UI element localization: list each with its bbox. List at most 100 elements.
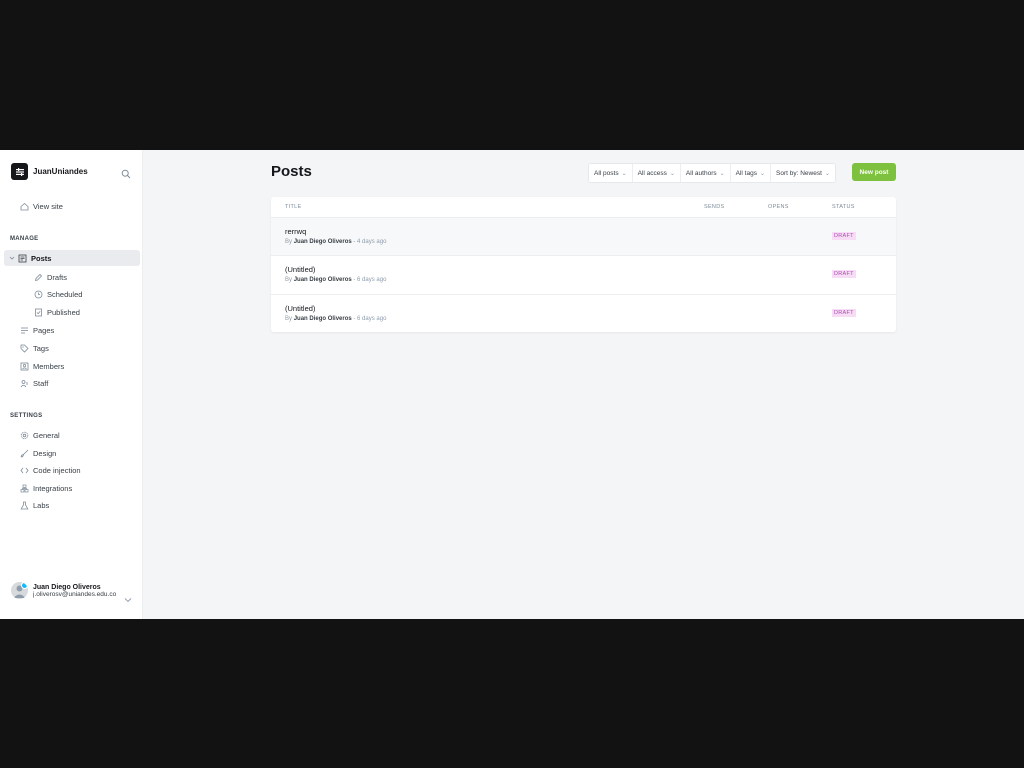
code-icon [19, 465, 29, 475]
post-time: - 4 days ago [353, 239, 387, 245]
sidebar-item-label: Posts [31, 253, 52, 263]
user-email: j.oliverosv@uniandes.edu.co [33, 590, 117, 598]
user-menu[interactable]: Juan Diego Oliveros j.oliverosv@uniandes… [11, 582, 119, 599]
posts-icon [17, 253, 27, 263]
sidebar-item-label: Labs [33, 500, 50, 510]
by-label: By [285, 316, 293, 322]
chevron-down-icon: ⌄ [824, 170, 830, 177]
sidebar-item-label: Integrations [33, 483, 73, 493]
sidebar-item-label: Staff [33, 378, 49, 388]
sidebar-item-label: General [33, 430, 60, 440]
sidebar-item-label: Code injection [33, 465, 81, 475]
sidebar: JuanUniandes View site MANAGE Posts Draf… [0, 150, 143, 619]
sidebar-item-label: Tags [33, 343, 49, 353]
filter-label: All authors [685, 169, 717, 177]
status-badge: DRAFT [832, 232, 856, 240]
home-icon [19, 201, 29, 211]
filter-access[interactable]: All access ⌄ [633, 164, 681, 182]
clock-icon [33, 289, 43, 299]
filter-label: All posts [594, 169, 619, 177]
sidebar-item-labs[interactable]: Labs [19, 498, 49, 512]
sidebar-item-label: View site [33, 201, 63, 211]
manage-section-label: MANAGE [10, 236, 39, 242]
gear-icon [19, 430, 29, 440]
post-meta: By Juan Diego Oliveros - 6 days ago [285, 277, 386, 283]
posts-table: TITLE SENDS OPENS STATUS rerrwq By Juan … [271, 197, 896, 332]
post-meta: By Juan Diego Oliveros - 6 days ago [285, 316, 386, 322]
sidebar-item-design[interactable]: Design [19, 446, 56, 460]
sidebar-item-members[interactable]: Members [19, 359, 64, 373]
sidebar-item-label: Members [33, 361, 65, 371]
sidebar-item-published[interactable]: Published [33, 305, 80, 319]
sidebar-item-drafts[interactable]: Drafts [33, 270, 67, 284]
sidebar-item-general[interactable]: General [19, 428, 60, 442]
column-header-sends: SENDS [704, 204, 725, 210]
sidebar-item-view-site[interactable]: View site [19, 199, 63, 213]
filter-authors[interactable]: All authors ⌄ [681, 164, 731, 182]
pages-icon [19, 325, 29, 335]
post-meta: By Juan Diego Oliveros - 4 days ago [285, 239, 386, 245]
table-row[interactable]: rerrwq By Juan Diego Oliveros - 4 days a… [271, 217, 896, 256]
filter-type[interactable]: All posts ⌄ [589, 164, 633, 182]
post-title: (Untitled) [285, 304, 316, 313]
published-icon [33, 307, 43, 317]
sidebar-item-label: Scheduled [47, 289, 83, 299]
post-title: (Untitled) [285, 265, 316, 274]
brush-icon [19, 448, 29, 458]
new-post-button[interactable]: New post [852, 163, 896, 181]
by-label: By [285, 239, 293, 245]
filter-label: All access [637, 169, 667, 177]
user-name: Juan Diego Oliveros [33, 583, 101, 591]
sidebar-item-label: Drafts [47, 272, 68, 282]
page-title: Posts [271, 163, 312, 180]
sidebar-item-label: Published [47, 307, 80, 317]
table-row[interactable]: (Untitled) By Juan Diego Oliveros - 6 da… [271, 294, 896, 333]
staff-icon [19, 378, 29, 388]
avatar [11, 582, 28, 599]
post-author: Juan Diego Oliveros [293, 239, 352, 245]
integrations-icon [19, 483, 29, 493]
chevron-down-icon: ⌄ [719, 170, 725, 177]
post-author: Juan Diego Oliveros [293, 277, 352, 283]
table-row[interactable]: (Untitled) By Juan Diego Oliveros - 6 da… [271, 255, 896, 294]
chevron-down-icon[interactable] [124, 590, 132, 608]
column-header-opens: OPENS [768, 204, 789, 210]
chevron-down-icon: ⌄ [669, 170, 675, 177]
post-time: - 6 days ago [353, 316, 387, 322]
flask-icon [19, 500, 29, 510]
search-icon[interactable] [121, 166, 131, 184]
chevron-down-icon[interactable] [9, 253, 15, 263]
chevron-down-icon: ⌄ [621, 170, 627, 177]
status-badge: DRAFT [832, 309, 856, 317]
members-icon [19, 361, 29, 371]
sidebar-item-staff[interactable]: Staff [19, 376, 48, 390]
sidebar-item-integrations[interactable]: Integrations [19, 481, 72, 495]
post-time: - 6 days ago [353, 277, 387, 283]
post-title: rerrwq [285, 227, 307, 236]
status-badge: DRAFT [832, 270, 856, 278]
sidebar-item-scheduled[interactable]: Scheduled [33, 287, 82, 301]
filter-label: Sort by: Newest [776, 169, 822, 177]
sidebar-item-posts[interactable]: Posts [9, 251, 51, 265]
app-window: JuanUniandes View site MANAGE Posts Draf… [0, 150, 1024, 619]
filter-sort[interactable]: Sort by: Newest ⌄ [771, 164, 835, 182]
by-label: By [285, 277, 293, 283]
status-dot [21, 582, 28, 589]
brand[interactable]: JuanUniandes [11, 163, 88, 180]
column-header-status: STATUS [832, 204, 855, 210]
tag-icon [19, 343, 29, 353]
filter-tags[interactable]: All tags ⌄ [731, 164, 772, 182]
settings-section-label: SETTINGS [10, 413, 43, 419]
column-header-title: TITLE [285, 204, 302, 210]
pencil-icon [33, 272, 43, 282]
sidebar-item-label: Design [33, 448, 57, 458]
sidebar-item-tags[interactable]: Tags [19, 341, 49, 355]
brand-logo-icon [11, 163, 28, 180]
filter-bar: All posts ⌄ All access ⌄ All authors ⌄ All … [588, 163, 836, 183]
brand-name: JuanUniandes [33, 167, 88, 176]
sidebar-item-pages[interactable]: Pages [19, 323, 54, 337]
sidebar-item-code-injection[interactable]: Code injection [19, 463, 81, 477]
post-author: Juan Diego Oliveros [293, 316, 352, 322]
sidebar-item-label: Pages [33, 325, 55, 335]
filter-label: All tags [735, 169, 757, 177]
